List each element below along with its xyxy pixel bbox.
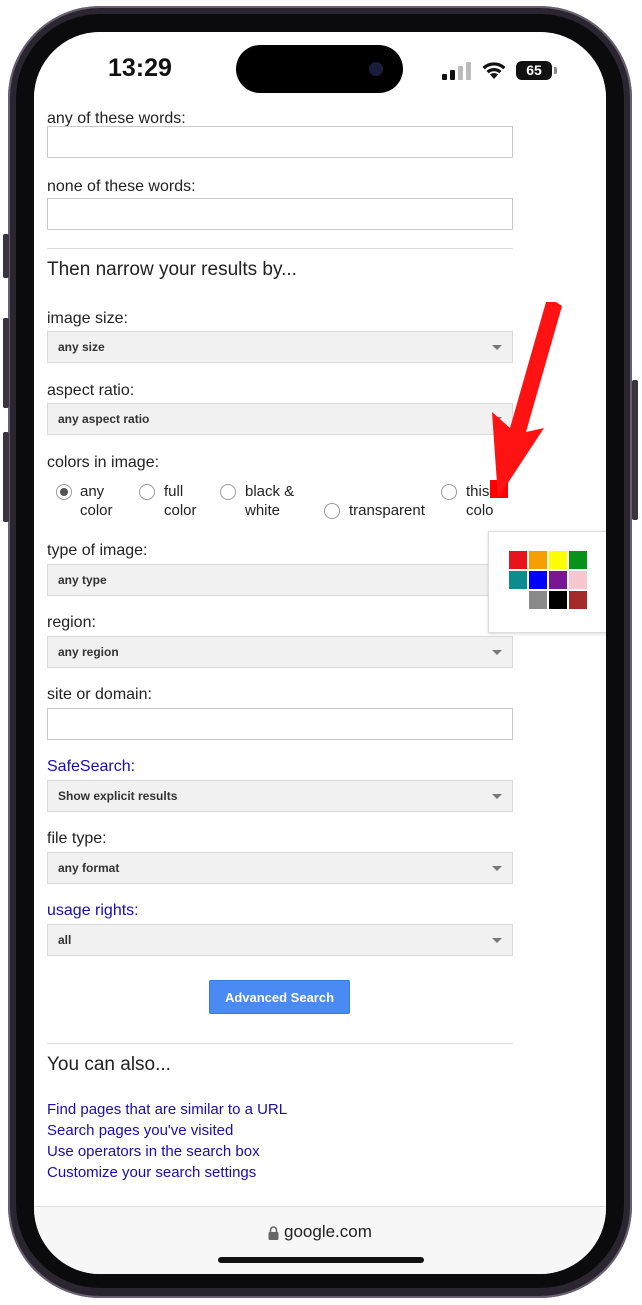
advanced-image-search-form: any of these words: none of these words:…	[34, 108, 606, 1206]
divider	[47, 248, 513, 249]
chevron-down-icon	[492, 650, 502, 655]
type-of-image-select[interactable]: any type	[47, 564, 513, 596]
colors-label: colors in image:	[47, 454, 160, 471]
cellular-signal-icon	[442, 62, 474, 80]
color-option-any[interactable]: any color	[56, 482, 126, 522]
radio-button[interactable]	[139, 484, 155, 500]
link-similar-pages[interactable]: Find pages that are similar to a URL	[47, 1101, 287, 1118]
also-heading: You can also...	[47, 1054, 171, 1075]
type-of-image-value: any type	[58, 573, 107, 587]
link-operators[interactable]: Use operators in the search box	[47, 1143, 260, 1160]
region-value: any region	[58, 645, 119, 659]
status-time: 13:29	[108, 54, 172, 82]
red-arrow-annotation	[492, 302, 562, 498]
color-swatch[interactable]	[549, 551, 567, 569]
color-swatch[interactable]	[549, 571, 567, 589]
color-option-any-line2: color	[80, 502, 113, 519]
color-option-transparent-label: transparent	[349, 502, 425, 519]
battery-icon: 65	[516, 61, 552, 80]
camera-icon	[369, 62, 383, 76]
safesearch-select[interactable]: Show explicit results	[47, 780, 513, 812]
color-option-bw-line2: white	[245, 502, 281, 519]
color-option-full[interactable]: full color	[139, 482, 209, 522]
link-customize-settings[interactable]: Customize your search settings	[47, 1164, 256, 1181]
usage-rights-select[interactable]: all	[47, 924, 513, 956]
color-option-transparent[interactable]: transparent	[324, 501, 434, 521]
any-words-input[interactable]	[47, 126, 513, 158]
file-type-select[interactable]: any format	[47, 852, 513, 884]
color-swatch[interactable]	[549, 591, 567, 609]
volume-down-button	[3, 432, 9, 522]
color-option-full-line2: color	[164, 502, 197, 519]
safesearch-label[interactable]: SafeSearch:	[47, 758, 135, 776]
chevron-down-icon	[492, 794, 502, 799]
type-of-image-label: type of image:	[47, 542, 148, 559]
power-button	[632, 380, 638, 520]
chevron-down-icon	[492, 938, 502, 943]
image-size-select[interactable]: any size	[47, 331, 513, 363]
usage-rights-value: all	[58, 933, 72, 947]
image-size-value: any size	[58, 340, 105, 354]
color-swatch[interactable]	[569, 591, 587, 609]
image-size-label: image size:	[47, 310, 128, 327]
color-option-this-line2: colo	[466, 502, 493, 519]
advanced-search-button[interactable]: Advanced Search	[209, 980, 350, 1014]
color-option-full-line1: full	[164, 483, 184, 500]
none-words-label: none of these words:	[47, 178, 196, 195]
file-type-label: file type:	[47, 830, 107, 847]
screen: 13:29 65 any of these words: none of the…	[34, 32, 606, 1274]
site-domain-label: site or domain:	[47, 686, 152, 703]
file-type-value: any format	[58, 861, 120, 875]
aspect-ratio-value: any aspect ratio	[58, 412, 150, 426]
none-words-input[interactable]	[47, 198, 513, 230]
home-indicator[interactable]	[218, 1257, 424, 1263]
radio-button[interactable]	[441, 484, 457, 500]
action-button	[3, 234, 9, 278]
dynamic-island	[236, 45, 403, 93]
lock-icon	[268, 1226, 279, 1240]
usage-rights-label[interactable]: usage rights:	[47, 902, 139, 920]
color-swatch[interactable]	[509, 551, 527, 569]
color-swatch[interactable]	[529, 571, 547, 589]
narrow-heading: Then narrow your results by...	[47, 259, 297, 280]
safesearch-value: Show explicit results	[58, 789, 178, 803]
region-label: region:	[47, 614, 96, 631]
battery-tip	[554, 67, 557, 74]
url-text[interactable]: google.com	[284, 1222, 372, 1242]
color-swatch[interactable]	[569, 571, 587, 589]
status-bar: 13:29 65	[34, 32, 606, 108]
radio-button[interactable]	[56, 484, 72, 500]
divider	[47, 1043, 513, 1044]
color-option-bw-line1: black &	[245, 483, 295, 500]
browser-address-bar[interactable]: google.com	[34, 1206, 606, 1274]
aspect-ratio-label: aspect ratio:	[47, 382, 135, 399]
color-swatch[interactable]	[509, 571, 527, 589]
color-swatch[interactable]	[569, 551, 587, 569]
color-swatch[interactable]	[529, 591, 547, 609]
wifi-icon	[482, 62, 506, 79]
color-option-any-line1: any	[80, 483, 105, 500]
site-domain-input[interactable]	[47, 708, 513, 740]
color-palette-popup	[488, 531, 606, 633]
region-select[interactable]: any region	[47, 636, 513, 668]
radio-button[interactable]	[220, 484, 236, 500]
volume-up-button	[3, 318, 9, 408]
color-option-bw[interactable]: black & white	[220, 482, 310, 522]
aspect-ratio-select[interactable]: any aspect ratio	[47, 403, 513, 435]
color-swatch[interactable]	[529, 551, 547, 569]
link-visited-pages[interactable]: Search pages you've visited	[47, 1122, 233, 1139]
color-swatch[interactable]	[509, 591, 527, 609]
chevron-down-icon	[492, 866, 502, 871]
radio-button[interactable]	[324, 503, 340, 519]
